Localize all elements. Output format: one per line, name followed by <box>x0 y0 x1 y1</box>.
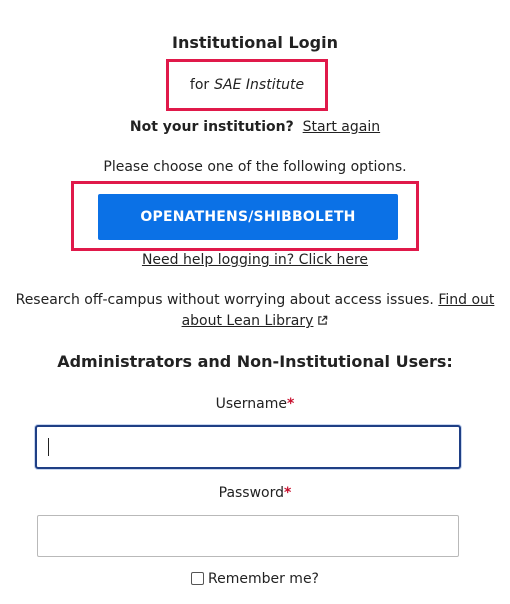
institution-highlight-box: for SAE Institute <box>166 59 328 111</box>
openathens-shibboleth-button[interactable]: OPENATHENS/SHIBBOLETH <box>98 194 398 240</box>
page-title: Institutional Login <box>172 33 338 52</box>
openathens-highlight-box: OPENATHENS/SHIBBOLETH <box>71 181 419 251</box>
institution-name: SAE Institute <box>214 77 305 93</box>
password-label-text: Password <box>218 485 285 501</box>
remember-me-label[interactable]: Remember me? <box>208 571 319 587</box>
external-link-icon <box>318 315 328 325</box>
username-label: Username* <box>0 396 510 412</box>
remember-me-row: Remember me? <box>0 571 510 587</box>
start-again-link[interactable]: Start again <box>303 119 380 135</box>
not-your-institution-text: Not your institution? <box>129 119 294 135</box>
help-row: Need help logging in? Click here <box>0 252 510 268</box>
username-input[interactable] <box>35 425 461 469</box>
options-prompt: Please choose one of the following optio… <box>103 159 407 175</box>
username-label-text: Username <box>215 396 288 412</box>
research-text: Research off-campus without worrying abo… <box>15 292 434 308</box>
admin-heading: Administrators and Non-Institutional Use… <box>57 352 453 371</box>
password-required-marker: * <box>284 485 292 501</box>
text-caret <box>48 438 49 456</box>
research-offcampus-text: Research off-campus without worrying abo… <box>12 290 498 332</box>
password-label: Password* <box>0 485 510 501</box>
username-required-marker: * <box>287 396 295 412</box>
institution-prefix: for <box>189 77 210 93</box>
not-your-institution-row: Not your institution? Start again <box>0 119 510 135</box>
password-input[interactable] <box>37 515 459 557</box>
help-logging-in-link[interactable]: Need help logging in? Click here <box>142 252 368 268</box>
remember-me-checkbox[interactable] <box>191 572 204 585</box>
